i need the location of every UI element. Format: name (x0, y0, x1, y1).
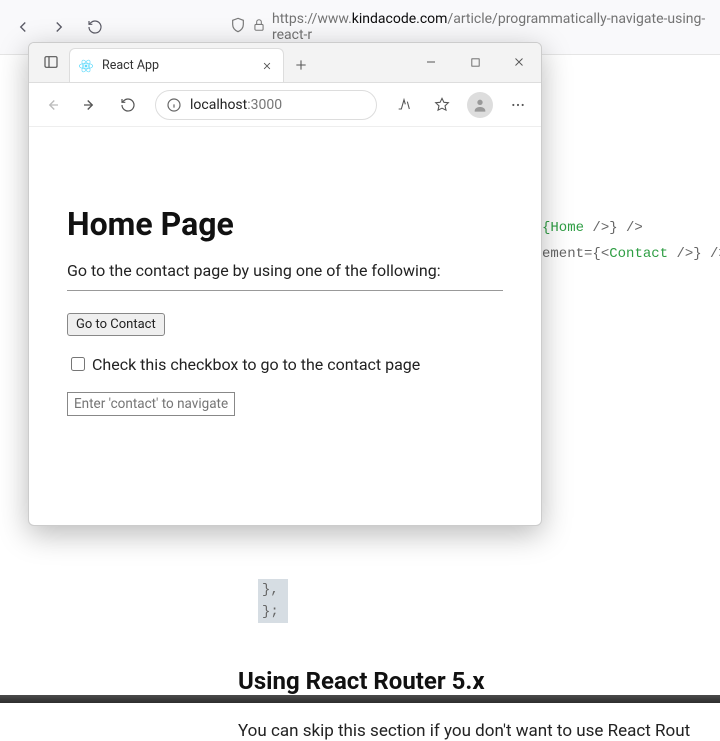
read-aloud-icon[interactable] (387, 88, 421, 122)
tab-title: React App (102, 58, 159, 73)
inner-back-icon[interactable] (35, 88, 69, 122)
page-subtitle: Go to the contact page by using one of t… (67, 261, 503, 291)
article-section-heading: Using React Router 5.x (238, 667, 718, 695)
shield-icon (230, 17, 246, 37)
favorites-icon[interactable] (425, 88, 459, 122)
inner-address-bar[interactable]: localhost:3000 (155, 90, 377, 120)
close-window-icon[interactable] (497, 42, 541, 82)
navigate-checkbox[interactable] (71, 357, 85, 371)
page-content: Home Page Go to the contact page by usin… (29, 127, 541, 525)
page-title: Home Page (67, 205, 503, 243)
article-paragraph: You can skip this section if you don't w… (238, 721, 718, 741)
profile-avatar[interactable] (463, 88, 497, 122)
outer-url-text: https://www.kindacode.com/article/progra… (272, 11, 716, 43)
reload-icon[interactable] (80, 12, 110, 42)
maximize-icon[interactable] (453, 42, 497, 82)
new-tab-button[interactable] (284, 48, 318, 82)
window-controls (409, 42, 541, 82)
outer-nav-controls (4, 12, 110, 42)
close-tab-icon[interactable] (259, 58, 275, 74)
checkbox-row: Check this checkbox to go to the contact… (67, 354, 503, 374)
tab-actions-icon[interactable] (33, 42, 69, 82)
minimize-icon[interactable] (409, 42, 453, 82)
site-info-icon[interactable] (166, 97, 182, 113)
taskbar-edge (0, 695, 720, 703)
inner-browser-window: React App (28, 42, 542, 526)
browser-tab[interactable]: React App (69, 48, 284, 82)
inner-toolbar: localhost:3000 (29, 83, 541, 127)
checkbox-label: Check this checkbox to go to the contact… (92, 355, 420, 374)
article-body: Using React Router 5.x You can skip this… (238, 667, 718, 741)
address-text: localhost:3000 (190, 97, 282, 113)
code-block-closing: }, }; (258, 579, 292, 623)
inner-forward-icon[interactable] (73, 88, 107, 122)
outer-address-bar[interactable]: https://www.kindacode.com/article/progra… (230, 11, 716, 43)
inner-reload-icon[interactable] (111, 88, 145, 122)
tab-strip: React App (29, 43, 541, 83)
go-to-contact-button[interactable]: Go to Contact (67, 313, 165, 336)
react-favicon-icon (78, 58, 94, 74)
more-menu-icon[interactable] (501, 88, 535, 122)
back-icon[interactable] (8, 12, 38, 42)
lock-icon (252, 18, 266, 36)
forward-icon[interactable] (44, 12, 74, 42)
navigate-input[interactable] (67, 392, 235, 416)
code-snippet-peek: {Home />} /> ement={<Contact />} /> (542, 215, 720, 267)
